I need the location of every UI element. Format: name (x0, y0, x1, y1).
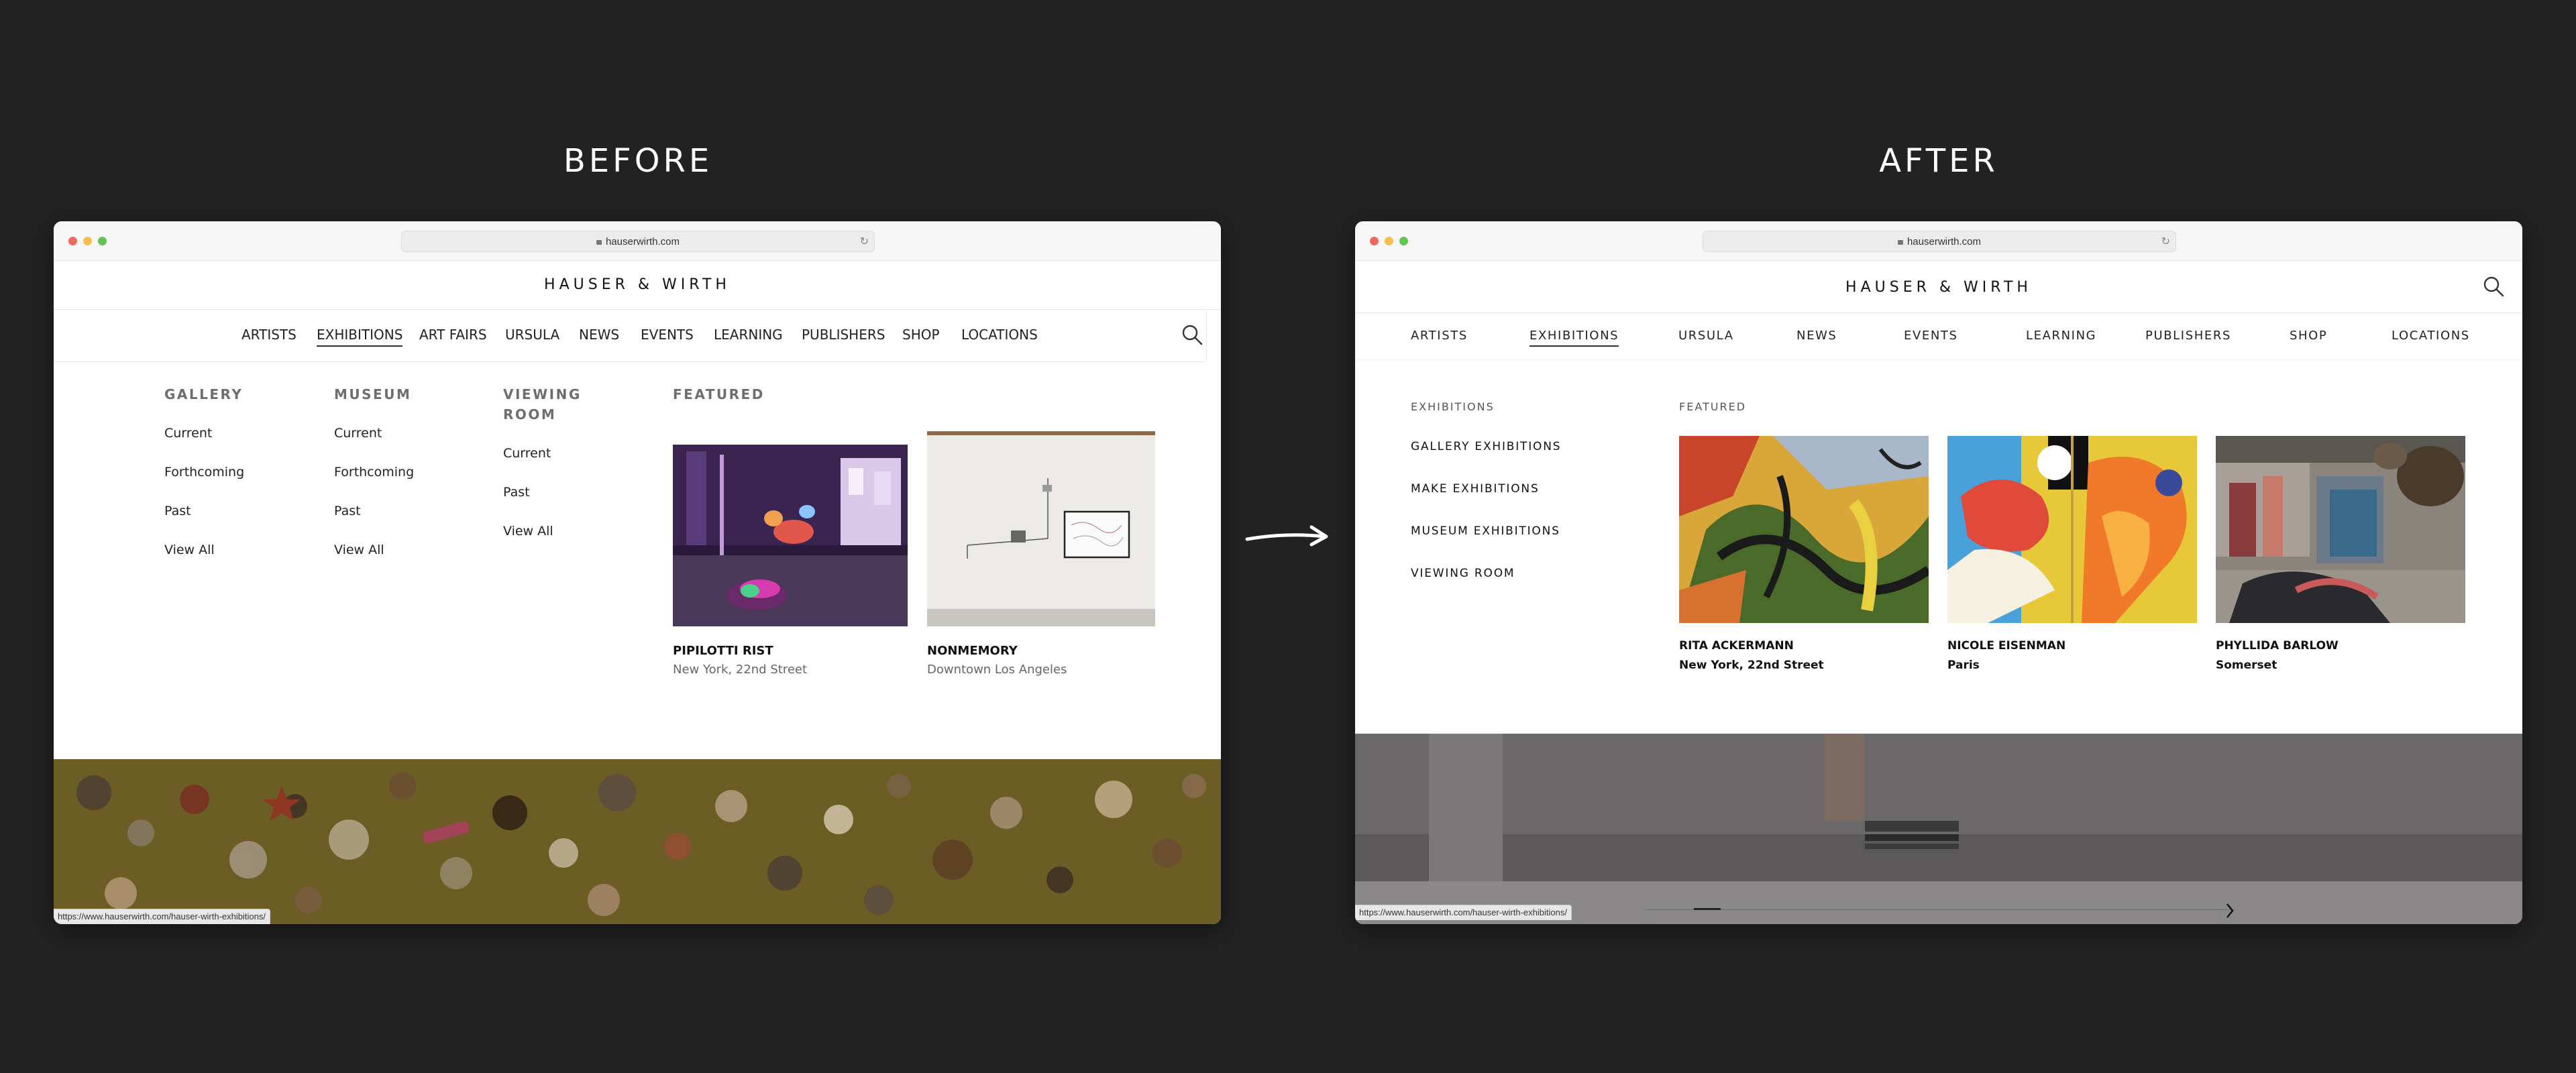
nav-art-fairs[interactable]: ART FAIRS (419, 327, 487, 343)
featured-title[interactable]: NICOLE EISENMAN (1947, 639, 2065, 653)
featured-image-phyllida-barlow[interactable] (2216, 436, 2465, 623)
lock-icon (596, 239, 602, 245)
gallery-current-link[interactable]: Current (164, 426, 212, 441)
chevron-left-icon[interactable] (1640, 901, 1654, 920)
zoom-window-button[interactable] (1399, 237, 1408, 245)
search-icon[interactable] (1181, 323, 1203, 346)
close-window-button[interactable] (68, 237, 77, 245)
featured-image-nicole-eisenman[interactable] (1947, 436, 2197, 623)
search-divider (1206, 310, 1207, 361)
featured-location: New York, 22nd Street (1679, 659, 1824, 672)
nav-news[interactable]: NEWS (579, 327, 619, 343)
zoom-window-button[interactable] (98, 237, 107, 245)
gallery-past-link[interactable]: Past (164, 504, 191, 518)
site-logo[interactable]: HAUSER & WIRTH (54, 276, 1221, 293)
nav-learning[interactable]: LEARNING (714, 327, 783, 343)
status-bar-url: https://www.hauserwirth.com/hauser-wirth… (54, 909, 270, 924)
nav-artists[interactable]: ARTISTS (1411, 329, 1468, 343)
museum-view-all-link[interactable]: View All (334, 543, 384, 557)
titlebar: hauserwirth.com ↻ (1355, 221, 2522, 261)
reload-icon[interactable]: ↻ (2161, 235, 2170, 248)
museum-exhibitions-link[interactable]: MUSEUM EXHIBITIONS (1411, 524, 1560, 538)
make-exhibitions-link[interactable]: MAKE EXHIBITIONS (1411, 482, 1540, 496)
nav-events[interactable]: EVENTS (641, 327, 694, 343)
search-icon[interactable] (2482, 275, 2505, 298)
address-url: hauserwirth.com (1907, 235, 1982, 247)
museum-past-link[interactable]: Past (334, 504, 361, 518)
reload-icon[interactable]: ↻ (860, 235, 869, 248)
minimize-window-button[interactable] (83, 237, 92, 245)
address-bar[interactable]: hauserwirth.com ↻ (1703, 231, 2176, 252)
featured-location: New York, 22nd Street (673, 663, 808, 677)
viewing-room-link[interactable]: VIEWING ROOM (1411, 567, 1515, 580)
nav-ursula[interactable]: URSULA (505, 327, 559, 343)
gallery-forthcoming-link[interactable]: Forthcoming (164, 465, 244, 479)
slider-progress (1694, 908, 1721, 910)
close-window-button[interactable] (1370, 237, 1379, 245)
nav-learning[interactable]: LEARNING (2026, 329, 2096, 343)
nav-shop[interactable]: SHOP (2290, 329, 2327, 343)
featured-heading: FEATURED (673, 386, 765, 402)
featured-title[interactable]: NONMEMORY (927, 644, 1018, 658)
viewing-room-heading: VIEWING ROOM (503, 384, 582, 425)
before-browser-window: hauserwirth.com ↻ HAUSER & WIRTH ARTISTS… (54, 221, 1221, 924)
nav-ursula[interactable]: URSULA (1678, 329, 1734, 343)
viewing-room-view-all-link[interactable]: View All (503, 524, 553, 539)
viewing-room-heading-line1: VIEWING (503, 386, 582, 402)
nav-exhibitions[interactable]: EXHIBITIONS (1529, 329, 1619, 347)
featured-title[interactable]: PHYLLIDA BARLOW (2216, 639, 2339, 653)
titlebar: hauserwirth.com ↻ (54, 221, 1221, 261)
before-heading: BEFORE (563, 142, 713, 180)
featured-heading: FEATURED (1679, 400, 1747, 413)
minimize-window-button[interactable] (1385, 237, 1393, 245)
featured-location: Downtown Los Angeles (927, 663, 1067, 677)
featured-location: Paris (1947, 659, 1980, 672)
site-logo[interactable]: HAUSER & WIRTH (1355, 279, 2522, 296)
gallery-view-all-link[interactable]: View All (164, 543, 215, 557)
after-browser-window: hauserwirth.com ↻ HAUSER & WIRTH ARTISTS… (1355, 221, 2522, 924)
museum-current-link[interactable]: Current (334, 426, 382, 441)
viewing-room-current-link[interactable]: Current (503, 446, 551, 461)
featured-image-rita-ackermann[interactable] (1679, 436, 1929, 623)
featured-image-nonmemory[interactable] (927, 431, 1155, 626)
nav-shop[interactable]: SHOP (902, 327, 940, 343)
nav-exhibitions[interactable]: EXHIBITIONS (317, 327, 403, 347)
chevron-right-icon[interactable] (2223, 901, 2237, 920)
after-heading: AFTER (1879, 142, 1998, 180)
divider (54, 361, 1206, 362)
museum-forthcoming-link[interactable]: Forthcoming (334, 465, 414, 479)
lock-icon (1897, 239, 1903, 245)
gallery-exhibitions-link[interactable]: GALLERY EXHIBITIONS (1411, 440, 1561, 453)
nav-locations[interactable]: LOCATIONS (961, 327, 1038, 343)
viewing-room-heading-line2: ROOM (503, 406, 557, 422)
arrow-right-icon (1245, 525, 1328, 547)
exhibitions-menu-heading: EXHIBITIONS (1411, 400, 1495, 413)
divider (1355, 359, 2522, 360)
gallery-heading: GALLERY (164, 386, 244, 402)
address-url: hauserwirth.com (605, 235, 680, 247)
nav-publishers[interactable]: PUBLISHERS (2145, 329, 2231, 343)
status-bar-url: https://www.hauserwirth.com/hauser-wirth… (1355, 905, 1572, 920)
divider (54, 309, 1221, 310)
slider-track (1644, 909, 2234, 910)
address-bar[interactable]: hauserwirth.com ↻ (401, 231, 875, 252)
featured-title[interactable]: RITA ACKERMANN (1679, 639, 1794, 653)
nav-publishers[interactable]: PUBLISHERS (802, 327, 885, 343)
nav-locations[interactable]: LOCATIONS (2392, 329, 2470, 343)
featured-image-pipilotti-rist[interactable] (673, 445, 908, 626)
featured-location: Somerset (2216, 659, 2277, 672)
museum-heading: MUSEUM (334, 386, 412, 402)
nav-news[interactable]: NEWS (1796, 329, 1837, 343)
nav-events[interactable]: EVENTS (1904, 329, 1958, 343)
featured-title[interactable]: PIPILOTTI RIST (673, 644, 773, 658)
nav-artists[interactable]: ARTISTS (241, 327, 297, 343)
hero-image (54, 759, 1221, 924)
hero-image (1355, 734, 2522, 924)
viewing-room-past-link[interactable]: Past (503, 485, 530, 500)
